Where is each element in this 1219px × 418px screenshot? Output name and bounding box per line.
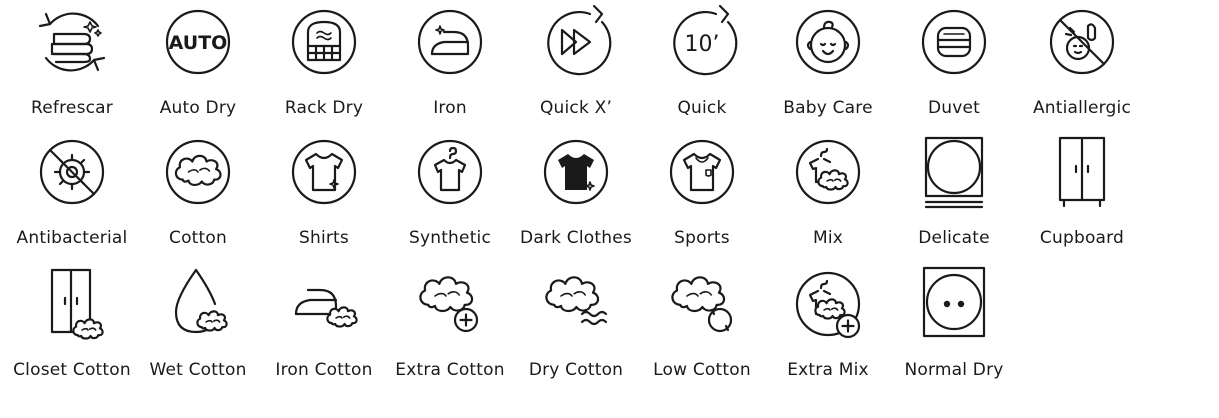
sports-jersey-icon-graphic <box>662 132 742 212</box>
rack-icon <box>258 2 390 82</box>
ten-minutes-icon-graphic: 10’ <box>662 2 742 82</box>
program-tile: Mix <box>762 132 894 252</box>
program-tile: Rack Dry <box>258 2 390 122</box>
program-tile: Antibacterial <box>6 132 138 252</box>
antiallergic-icon-graphic <box>1042 2 1122 82</box>
antibacterial-icon <box>6 132 138 212</box>
iron-cotton-icon <box>258 264 390 344</box>
rack-icon-graphic <box>284 2 364 82</box>
droplet-cotton-icon <box>132 264 264 344</box>
droplet-cotton-icon-graphic <box>158 264 238 344</box>
mix-plus-icon-graphic <box>788 264 868 344</box>
program-tile: Iron <box>384 2 516 122</box>
delicate-square-icon <box>888 132 1020 212</box>
hanger-shirt-icon <box>384 132 516 212</box>
program-tile: Wet Cotton <box>132 264 264 384</box>
program-tile: Antiallergic <box>1016 2 1148 122</box>
program-tile: Dry Cotton <box>510 264 642 384</box>
cotton-cycle-icon <box>636 264 768 344</box>
antiallergic-icon <box>1016 2 1148 82</box>
program-tile: Quick X’ <box>510 2 642 122</box>
program-label: Cupboard <box>1039 228 1125 248</box>
program-tile: Extra Cotton <box>384 264 516 384</box>
program-tile: Delicate <box>888 132 1020 252</box>
program-tile: Extra Mix <box>762 264 894 384</box>
ten-minutes-icon: 10’ <box>636 2 768 82</box>
delicate-square-icon-graphic <box>914 132 994 212</box>
two-dots-square-icon-graphic <box>914 264 994 344</box>
refresh-towels-icon-graphic <box>32 2 112 82</box>
iron-icon-graphic <box>410 2 490 82</box>
program-tile: AUTO Auto Dry <box>132 2 264 122</box>
baby-face-icon <box>762 2 894 82</box>
iron-icon <box>384 2 516 82</box>
mix-icon-graphic <box>788 132 868 212</box>
cupboard-icon <box>1016 132 1148 212</box>
mix-icon <box>762 132 894 212</box>
program-tile: Sports <box>636 132 768 252</box>
two-dots-square-icon <box>888 264 1020 344</box>
duvet-icon-graphic <box>914 2 994 82</box>
fast-forward-icon-graphic <box>536 2 616 82</box>
program-tile: Duvet <box>888 2 1020 122</box>
shirt-icon-graphic <box>284 132 364 212</box>
closet-cotton-icon-graphic <box>32 264 112 344</box>
baby-face-icon-graphic <box>788 2 868 82</box>
antibacterial-icon-graphic <box>32 132 112 212</box>
dark-shirt-icon-graphic <box>536 132 616 212</box>
program-tile: Baby Care <box>762 2 894 122</box>
duvet-icon <box>888 2 1020 82</box>
program-tile: 10’ Quick <box>636 2 768 122</box>
fast-forward-icon <box>510 2 642 82</box>
shirt-icon <box>258 132 390 212</box>
iron-cotton-icon-graphic <box>284 264 364 344</box>
program-tile: Refrescar <box>6 2 138 122</box>
program-label: Normal Dry <box>904 360 1004 380</box>
auto-icon: AUTO <box>132 2 264 82</box>
program-tile: Closet Cotton <box>6 264 138 384</box>
cotton-plus-icon <box>384 264 516 344</box>
sports-jersey-icon <box>636 132 768 212</box>
closet-cotton-icon <box>6 264 138 344</box>
mix-plus-icon <box>762 264 894 344</box>
hanger-shirt-icon-graphic <box>410 132 490 212</box>
svg-text:10’: 10’ <box>685 32 720 57</box>
program-tile: Iron Cotton <box>258 264 390 384</box>
cotton-icon-graphic <box>158 132 238 212</box>
program-tile: Low Cotton <box>636 264 768 384</box>
cotton-plus-icon-graphic <box>410 264 490 344</box>
program-tile: Shirts <box>258 132 390 252</box>
refresh-towels-icon <box>6 2 138 82</box>
cotton-icon <box>132 132 264 212</box>
program-tile: Normal Dry <box>888 264 1020 384</box>
cotton-wind-icon-graphic <box>536 264 616 344</box>
cotton-cycle-icon-graphic <box>662 264 742 344</box>
program-tile: Synthetic <box>384 132 516 252</box>
svg-text:AUTO: AUTO <box>169 32 228 54</box>
dark-shirt-icon <box>510 132 642 212</box>
cotton-wind-icon <box>510 264 642 344</box>
program-icon-grid: Refrescar AUTO Auto Dry Rack Dry Iron Qui… <box>0 0 1219 418</box>
cupboard-icon-graphic <box>1042 132 1122 212</box>
program-tile: Dark Clothes <box>510 132 642 252</box>
program-tile: Cotton <box>132 132 264 252</box>
program-tile: Cupboard <box>1016 132 1148 252</box>
program-label: Antiallergic <box>1032 98 1132 118</box>
auto-icon-graphic: AUTO <box>158 2 238 82</box>
